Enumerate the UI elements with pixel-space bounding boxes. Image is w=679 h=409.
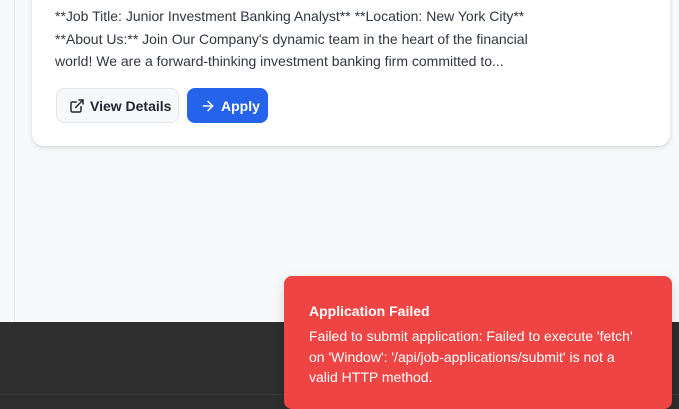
- job-description-line: world! We are a forward-thinking investm…: [55, 53, 504, 69]
- toast-message-line: valid HTTP method.: [309, 369, 433, 385]
- job-description: **Job Title: Junior Investment Banking A…: [55, 5, 555, 73]
- error-toast[interactable]: Application Failed Failed to submit appl…: [284, 276, 672, 409]
- page: **Job Title: Junior Investment Banking A…: [0, 0, 679, 409]
- toast-title: Application Failed: [309, 303, 430, 319]
- sidebar-divider: [14, 0, 15, 322]
- toast-message-line: Failed to submit application: Failed to …: [309, 328, 633, 344]
- apply-label: Apply: [221, 97, 260, 114]
- apply-button[interactable]: Apply: [187, 88, 268, 123]
- view-details-button[interactable]: View Details: [56, 88, 179, 123]
- toast-message: Failed to submit application: Failed to …: [309, 326, 648, 388]
- job-card: **Job Title: Junior Investment Banking A…: [32, 0, 670, 146]
- job-description-line: **Job Title: Junior Investment Banking A…: [55, 8, 525, 24]
- view-details-label: View Details: [90, 97, 172, 114]
- external-link-icon: [69, 98, 85, 114]
- toast-message-line: on 'Window': '/api/job-applications/subm…: [309, 348, 615, 365]
- job-description-line: **About Us:** Join Our Company's dynamic…: [55, 30, 528, 47]
- arrow-right-icon: [200, 98, 216, 114]
